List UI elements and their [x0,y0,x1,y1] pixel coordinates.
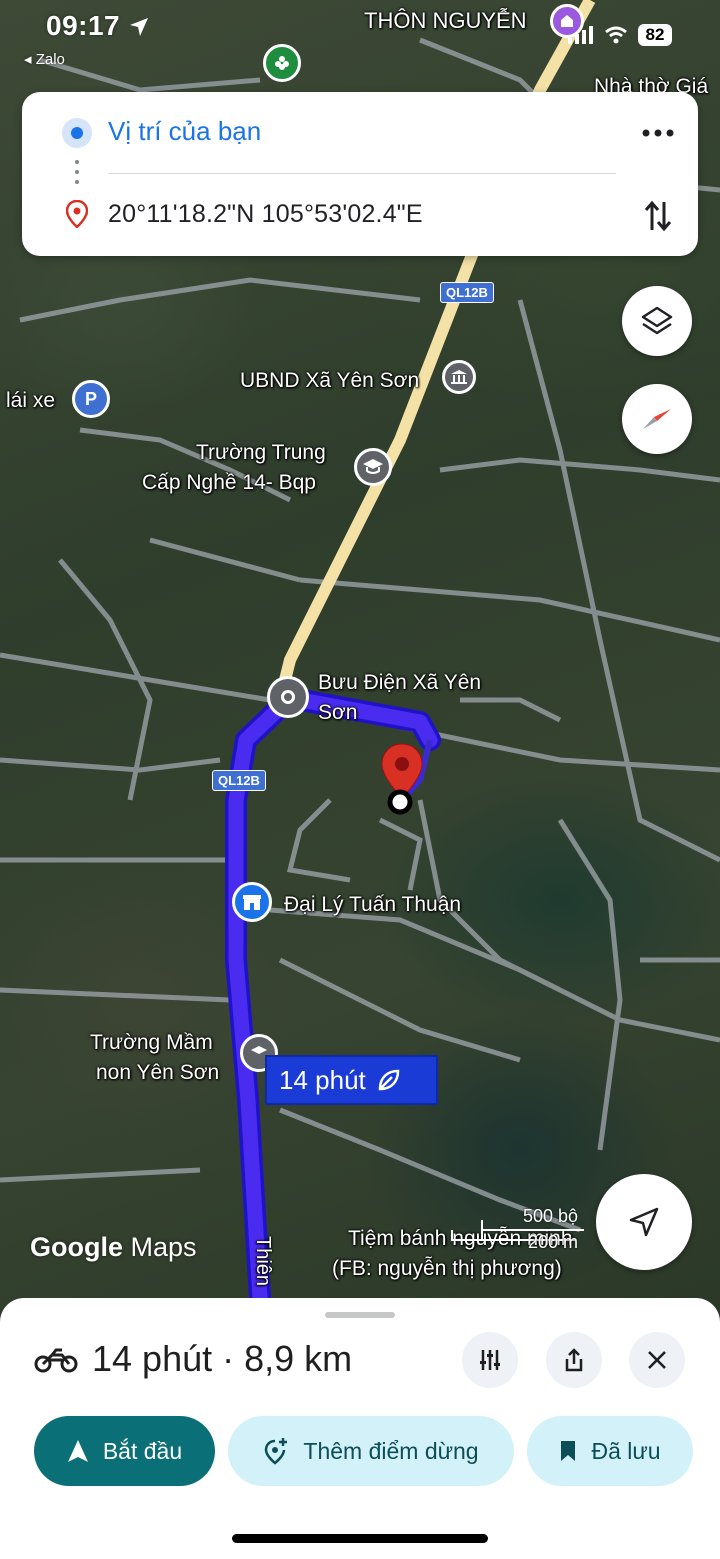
origin-field[interactable]: Vị trí của bạn [108,116,261,147]
start-arrow-icon [67,1440,88,1462]
scale-imperial: 500 bộ [522,1206,578,1226]
map-label-thon-nguyen[interactable]: THÔN NGUYỄN [364,8,527,34]
map-label-buu-dien-line2[interactable]: Sơn [318,700,357,726]
route-connector-dots [75,160,79,188]
location-pin-icon [66,200,88,228]
map-label-truong-trung-cap-line1[interactable]: Trường Trung [196,440,326,466]
more-icon[interactable] [636,118,680,148]
route-duration-text: 14 phút [279,1064,366,1095]
share-icon [565,1348,583,1372]
start-button-label: Bắt đầu [102,1437,183,1464]
status-time: 09:17 [46,10,121,41]
map-label-mam-non-line1[interactable]: Trường Mầm [90,1030,213,1056]
map-label-mam-non-line2[interactable]: non Yên Sơn [96,1060,219,1086]
google-wordmark: Google [30,1232,123,1262]
map-label-road-name: Thiên [252,1236,274,1287]
park-poi-icon[interactable] [263,44,301,82]
government-poi-icon[interactable] [442,360,476,394]
route-duration-badge[interactable]: 14 phút [265,1055,438,1105]
saved-label: Đã lưu [591,1437,661,1464]
wifi-icon [605,26,627,44]
scale-metric: 200 m [527,1232,578,1252]
start-button[interactable]: Bắt đầu [34,1416,215,1486]
add-stop-label: Thêm điểm dừng [303,1437,479,1464]
swap-icon[interactable] [638,196,678,236]
map-scale-bar: 500 bộ 200 m [446,1206,586,1254]
share-button[interactable] [546,1332,602,1388]
road-shield-ql12b-bottom: QL12B [212,770,266,791]
saved-button[interactable]: Đã lưu [527,1416,693,1486]
sheet-drag-handle[interactable] [325,1312,395,1318]
map-label-ubnd[interactable]: UBND Xã Yên Sơn [240,368,419,394]
add-stop-icon [265,1438,288,1465]
battery-indicator: 82 [638,24,672,46]
map-label-tiem-banh-line2[interactable]: (FB: nguyễn thị phương) [332,1256,562,1282]
close-icon [648,1351,666,1369]
parking-poi-icon[interactable]: P [72,380,110,418]
motorcycle-icon [34,1348,78,1373]
bookmark-icon [561,1441,576,1461]
maps-wordmark: Maps [130,1232,197,1262]
navigation-arrow-icon [130,18,148,36]
field-divider [108,173,616,174]
my-location-button[interactable] [596,1174,692,1270]
compass-icon [643,409,671,429]
destination-pin-icon[interactable] [378,742,426,818]
compass-button[interactable] [622,384,692,454]
map-label-truong-trung-cap-line2[interactable]: Cấp Nghề 14- Bqp [142,470,316,496]
google-maps-attribution: Google Maps [30,1232,197,1263]
shop-poi-icon[interactable] [232,882,272,922]
trip-summary: 14 phút · 8,9 km [92,1338,353,1379]
destination-field[interactable]: 20°11'18.2"N 105°53'02.4"E [108,200,423,229]
map-label-dai-ly[interactable]: Đại Lý Tuấn Thuận [284,892,461,918]
road-shield-ql12b-top: QL12B [440,282,494,303]
layers-icon [641,306,673,335]
home-indicator[interactable] [232,1534,488,1543]
back-to-app-link[interactable]: ◂ Zalo [24,50,65,68]
status-indicators: 82 [568,24,672,46]
layers-button[interactable] [622,286,692,356]
map-label-buu-dien-line1[interactable]: Bưu Điện Xã Yên [318,670,481,696]
close-button[interactable] [629,1332,685,1388]
my-location-icon [629,1207,659,1237]
eco-leaf-icon [378,1069,400,1091]
post-office-poi-icon[interactable] [267,676,309,718]
landmark-poi-icon[interactable] [550,4,584,38]
add-stop-button[interactable]: Thêm điểm dừng [228,1416,514,1486]
school-poi-icon[interactable] [354,448,392,486]
route-options-button[interactable] [462,1332,518,1388]
map-label-lai-xe[interactable]: lái xe [6,388,55,414]
route-options-icon [480,1350,500,1370]
origin-location-icon [62,118,92,148]
